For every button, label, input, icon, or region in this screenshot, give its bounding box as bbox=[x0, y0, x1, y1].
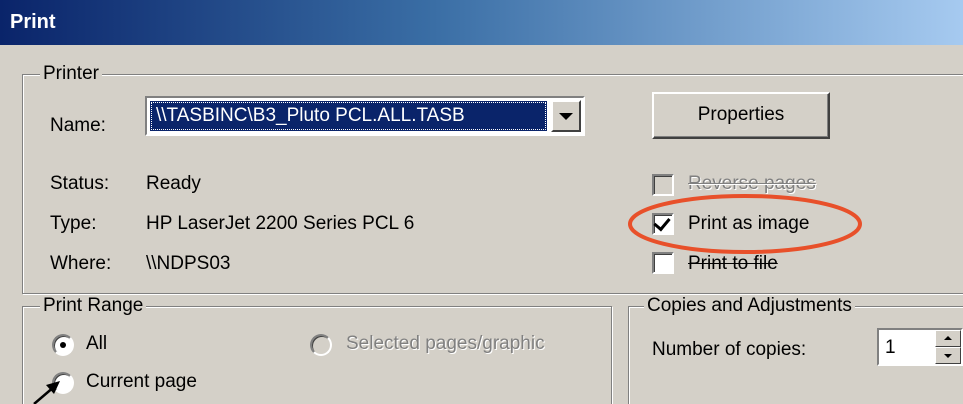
reverse-pages-label: Reverse pages bbox=[688, 173, 816, 194]
checkmark-icon bbox=[653, 213, 671, 232]
all-label[interactable]: All bbox=[86, 332, 107, 356]
properties-button[interactable]: Properties bbox=[652, 92, 830, 139]
title-bar: Print bbox=[0, 0, 963, 45]
chevron-down-icon bbox=[944, 354, 952, 358]
printer-name-value: \\TASBINC\B3_Pluto PCL.ALL.TASB bbox=[150, 101, 547, 131]
copies-legend: Copies and Adjustments bbox=[644, 296, 855, 316]
printer-name-select[interactable]: \\TASBINC\B3_Pluto PCL.ALL.TASB bbox=[145, 96, 585, 136]
current-page-radio[interactable] bbox=[52, 372, 74, 394]
selected-pages-radio[interactable] bbox=[310, 334, 332, 356]
type-value: HP LaserJet 2200 Series PCL 6 bbox=[146, 213, 415, 234]
number-of-copies-input[interactable]: 1 bbox=[877, 328, 963, 366]
chevron-down-icon bbox=[559, 112, 573, 120]
printer-name-label: Name: bbox=[50, 115, 106, 136]
printer-group-legend: Printer bbox=[40, 64, 102, 84]
reverse-pages-checkbox[interactable] bbox=[652, 174, 674, 196]
number-of-copies-value: 1 bbox=[885, 337, 896, 358]
print-as-image-checkbox[interactable] bbox=[652, 213, 674, 235]
print-dialog: Print Printer Name: \\TASBINC\B3_Pluto P… bbox=[0, 0, 963, 404]
selected-pages-label: Selected pages/graphic bbox=[346, 333, 545, 354]
copies-spinner[interactable] bbox=[935, 330, 961, 364]
chevron-up-icon bbox=[944, 336, 952, 340]
printer-dropdown-button[interactable] bbox=[551, 100, 581, 132]
type-label: Type: bbox=[50, 213, 97, 234]
print-to-file-label[interactable]: Print to file bbox=[688, 252, 778, 276]
print-to-file-checkbox[interactable] bbox=[652, 252, 674, 274]
where-label: Where: bbox=[50, 253, 112, 274]
current-page-label[interactable]: Current page bbox=[86, 370, 197, 394]
status-label: Status: bbox=[50, 173, 110, 194]
all-radio[interactable] bbox=[52, 334, 74, 356]
number-of-copies-label: Number of copies: bbox=[652, 339, 807, 360]
spin-down-button[interactable] bbox=[935, 347, 961, 364]
status-value: Ready bbox=[146, 173, 201, 194]
radio-selected-dot bbox=[60, 342, 66, 348]
spin-up-button[interactable] bbox=[935, 330, 961, 347]
print-as-image-label[interactable]: Print as image bbox=[688, 212, 809, 236]
where-value: \\NDPS03 bbox=[146, 253, 231, 274]
print-range-legend: Print Range bbox=[40, 296, 147, 316]
